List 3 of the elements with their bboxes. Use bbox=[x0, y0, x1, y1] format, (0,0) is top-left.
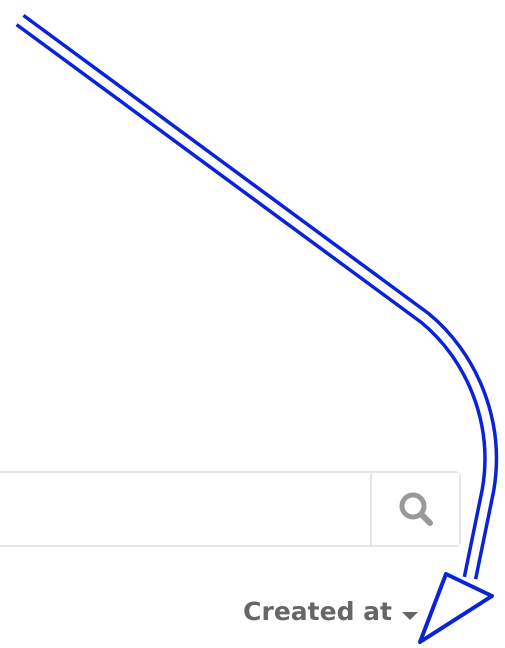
search-button[interactable] bbox=[370, 473, 459, 545]
sort-label[interactable]: Created at bbox=[243, 597, 392, 626]
search-field[interactable] bbox=[0, 471, 461, 547]
